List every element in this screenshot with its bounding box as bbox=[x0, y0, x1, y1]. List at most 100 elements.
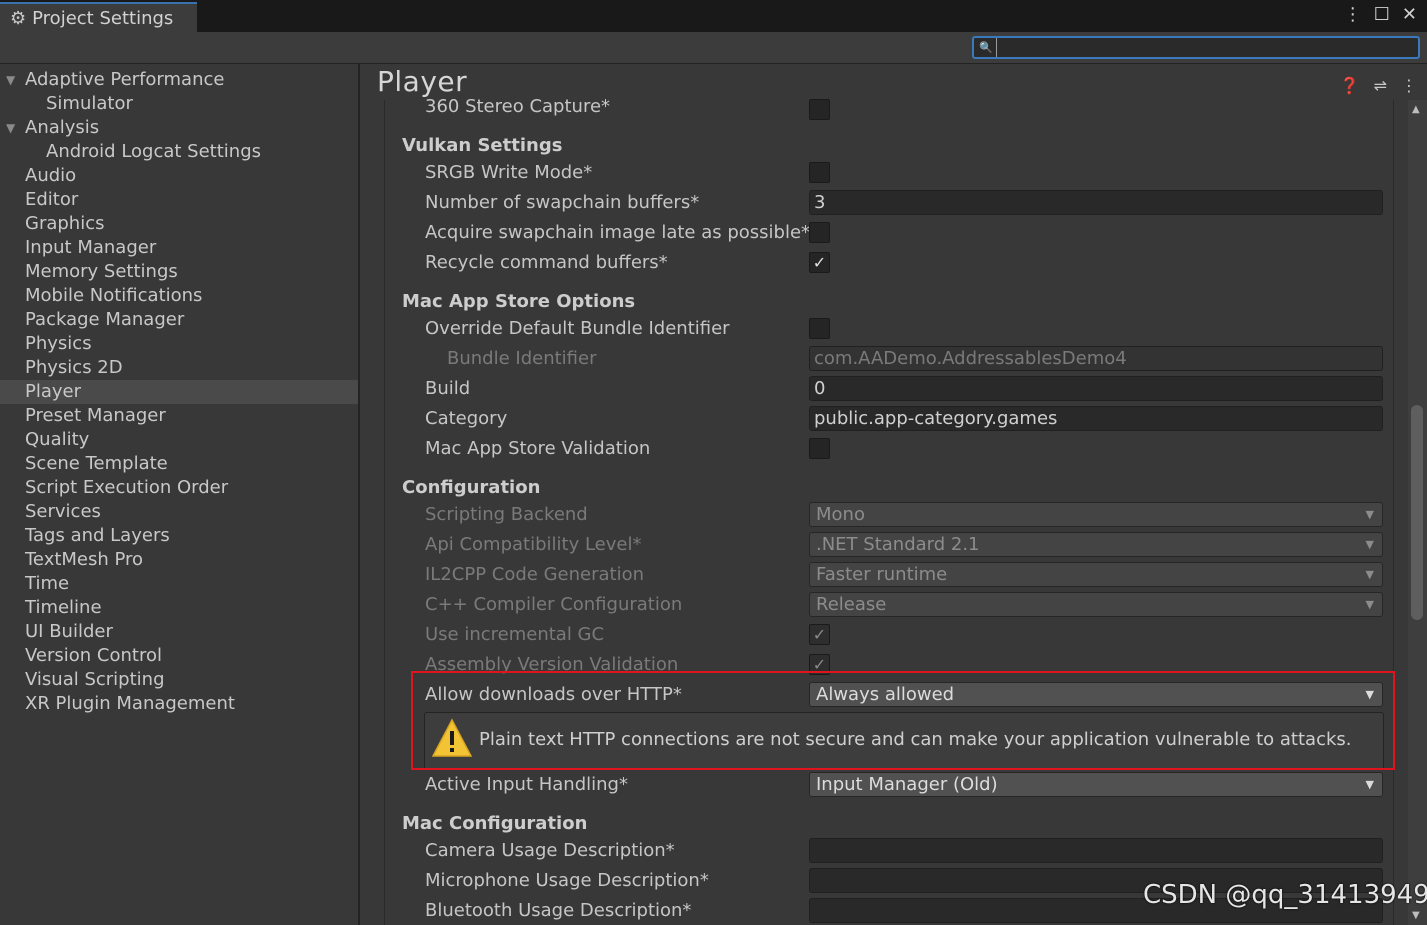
dropdown-caret-icon: ▼ bbox=[1365, 538, 1374, 551]
sidebar-item-script-execution-order[interactable]: Script Execution Order bbox=[0, 476, 358, 500]
sidebar-item-label: Physics 2D bbox=[25, 357, 123, 378]
expand-arrow-icon[interactable]: ▼ bbox=[6, 116, 15, 140]
sidebar-item-label: Adaptive Performance bbox=[25, 69, 225, 90]
active-input-dropdown[interactable]: Input Manager (Old) ▼ bbox=[809, 772, 1383, 797]
sidebar-item-label: Physics bbox=[25, 333, 92, 354]
acquire-swapchain-label: Acquire swapchain image late as possible… bbox=[425, 222, 811, 243]
sidebar-item-mobile-notifications[interactable]: Mobile Notifications bbox=[0, 284, 358, 308]
srgb-write-mode-label: SRGB Write Mode* bbox=[425, 162, 593, 183]
sidebar-item-audio[interactable]: Audio bbox=[0, 164, 358, 188]
sidebar-item-services[interactable]: Services bbox=[0, 500, 358, 524]
sidebar-item-label: UI Builder bbox=[25, 621, 113, 642]
build-label: Build bbox=[425, 378, 471, 399]
window-tab-project-settings[interactable]: ⚙ Project Settings bbox=[0, 2, 197, 32]
mac-app-store-heading: Mac App Store Options bbox=[402, 291, 636, 312]
category-field[interactable]: public.app-category.games bbox=[809, 406, 1383, 431]
acquire-swapchain-checkbox[interactable] bbox=[809, 222, 830, 243]
api-compat-label: Api Compatibility Level* bbox=[425, 534, 642, 555]
sidebar-item-physics[interactable]: Physics bbox=[0, 332, 358, 356]
sidebar-item-graphics[interactable]: Graphics bbox=[0, 212, 358, 236]
player-settings-panel: Player ❓ ⇌ ⋮ 360 Stereo Capture* Vulkan … bbox=[362, 64, 1427, 925]
sidebar-item-package-manager[interactable]: Package Manager bbox=[0, 308, 358, 332]
sidebar-item-input-manager[interactable]: Input Manager bbox=[0, 236, 358, 260]
scroll-up-icon[interactable]: ▲ bbox=[1412, 104, 1420, 115]
more-menu-icon[interactable]: ⋮ bbox=[1401, 76, 1417, 95]
search-input[interactable] bbox=[996, 38, 1414, 57]
configuration-heading: Configuration bbox=[402, 477, 541, 498]
mac-configuration-heading: Mac Configuration bbox=[402, 813, 588, 834]
preset-icon[interactable]: ⇌ bbox=[1374, 76, 1387, 95]
api-compat-value: .NET Standard 2.1 bbox=[816, 534, 980, 555]
cpp-compiler-dropdown: Release ▼ bbox=[809, 592, 1383, 617]
camera-usage-field[interactable] bbox=[809, 838, 1383, 863]
sidebar-item-physics-2d[interactable]: Physics 2D bbox=[0, 356, 358, 380]
recycle-buffers-label: Recycle command buffers* bbox=[425, 252, 668, 273]
bundle-identifier-field: com.AADemo.AddressablesDemo4 bbox=[809, 346, 1383, 371]
checkmark-icon: ✓ bbox=[812, 625, 827, 644]
close-icon[interactable]: ✕ bbox=[1402, 4, 1417, 25]
override-bundle-checkbox[interactable] bbox=[809, 318, 830, 339]
sidebar-item-adaptive-performance[interactable]: ▼ Adaptive Performance bbox=[0, 68, 358, 92]
sidebar-item-analysis[interactable]: ▼ Analysis bbox=[0, 116, 358, 140]
store-validation-checkbox[interactable] bbox=[809, 438, 830, 459]
scrollbar-thumb[interactable] bbox=[1411, 405, 1423, 620]
sidebar-item-quality[interactable]: Quality bbox=[0, 428, 358, 452]
sidebar-item-tags-and-layers[interactable]: Tags and Layers bbox=[0, 524, 358, 548]
sidebar-item-label: Editor bbox=[25, 189, 79, 210]
stereo-capture-checkbox[interactable] bbox=[809, 99, 830, 120]
header-icons: ❓ ⇌ ⋮ bbox=[1340, 76, 1417, 95]
sidebar-item-android-logcat-settings[interactable]: Android Logcat Settings bbox=[0, 140, 358, 164]
sidebar-item-player[interactable]: Player bbox=[0, 380, 358, 404]
sidebar-item-memory-settings[interactable]: Memory Settings bbox=[0, 260, 358, 284]
sidebar-item-timeline[interactable]: Timeline bbox=[0, 596, 358, 620]
vulkan-settings-heading: Vulkan Settings bbox=[402, 135, 563, 156]
help-icon[interactable]: ❓ bbox=[1340, 76, 1360, 95]
checkmark-icon: ✓ bbox=[812, 253, 827, 272]
il2cpp-codegen-label: IL2CPP Code Generation bbox=[425, 564, 645, 585]
sidebar-item-label: Version Control bbox=[25, 645, 162, 666]
vertical-scrollbar[interactable]: ▲ ▼ bbox=[1408, 100, 1427, 925]
sidebar-item-label: Mobile Notifications bbox=[25, 285, 203, 306]
maximize-icon[interactable]: ☐ bbox=[1374, 4, 1390, 25]
scroll-down-icon[interactable]: ▼ bbox=[1412, 910, 1420, 921]
override-bundle-label: Override Default Bundle Identifier bbox=[425, 318, 730, 339]
sidebar-item-label: Simulator bbox=[46, 93, 133, 114]
store-validation-label: Mac App Store Validation bbox=[425, 438, 651, 459]
swapchain-buffers-field[interactable]: 3 bbox=[809, 190, 1383, 215]
sidebar-item-editor[interactable]: Editor bbox=[0, 188, 358, 212]
sidebar-item-label: Tags and Layers bbox=[25, 525, 170, 546]
sidebar-item-textmesh-pro[interactable]: TextMesh Pro bbox=[0, 548, 358, 572]
search-row: 🔍 bbox=[0, 32, 1427, 64]
swapchain-buffers-label: Number of swapchain buffers* bbox=[425, 192, 700, 213]
sidebar-item-label: Timeline bbox=[25, 597, 102, 618]
stereo-capture-label: 360 Stereo Capture* bbox=[425, 96, 611, 117]
title-bar: ⚙ Project Settings ⋮ ☐ ✕ bbox=[0, 0, 1427, 32]
il2cpp-codegen-value: Faster runtime bbox=[816, 564, 948, 585]
recycle-buffers-checkbox[interactable]: ✓ bbox=[809, 252, 830, 273]
sidebar-item-time[interactable]: Time bbox=[0, 572, 358, 596]
dropdown-caret-icon: ▼ bbox=[1365, 508, 1374, 521]
incremental-gc-label: Use incremental GC bbox=[425, 624, 605, 645]
sidebar-item-ui-builder[interactable]: UI Builder bbox=[0, 620, 358, 644]
gear-icon: ⚙ bbox=[10, 7, 27, 29]
camera-usage-label: Camera Usage Description* bbox=[425, 840, 675, 861]
sidebar-item-scene-template[interactable]: Scene Template bbox=[0, 452, 358, 476]
category-label: Category bbox=[425, 408, 508, 429]
sidebar-item-preset-manager[interactable]: Preset Manager bbox=[0, 404, 358, 428]
api-compat-dropdown: .NET Standard 2.1 ▼ bbox=[809, 532, 1383, 557]
sidebar-item-label: Package Manager bbox=[25, 309, 185, 330]
sidebar-item-label: Services bbox=[25, 501, 101, 522]
search-box[interactable]: 🔍 bbox=[972, 36, 1420, 59]
cpp-compiler-value: Release bbox=[816, 594, 887, 615]
more-menu-icon[interactable]: ⋮ bbox=[1344, 4, 1362, 25]
sidebar-item-xr-plugin-management[interactable]: XR Plugin Management bbox=[0, 692, 358, 716]
sidebar-item-visual-scripting[interactable]: Visual Scripting bbox=[0, 668, 358, 692]
srgb-write-mode-checkbox[interactable] bbox=[809, 162, 830, 183]
settings-sidebar: ▼ Adaptive Performance Simulator ▼ Analysis A… bbox=[0, 64, 360, 925]
sidebar-item-simulator[interactable]: Simulator bbox=[0, 92, 358, 116]
sidebar-item-version-control[interactable]: Version Control bbox=[0, 644, 358, 668]
sidebar-item-label: Graphics bbox=[25, 213, 105, 234]
build-field[interactable]: 0 bbox=[809, 376, 1383, 401]
sidebar-item-label: Visual Scripting bbox=[25, 669, 165, 690]
expand-arrow-icon[interactable]: ▼ bbox=[6, 68, 15, 92]
